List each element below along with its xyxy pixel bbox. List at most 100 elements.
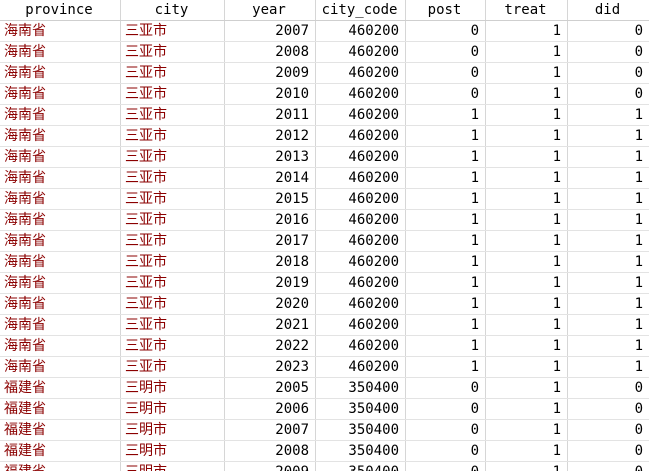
- cell-treat[interactable]: 1: [486, 210, 568, 230]
- cell-treat[interactable]: 1: [486, 357, 568, 377]
- cell-post[interactable]: 1: [406, 210, 486, 230]
- cell-post[interactable]: 1: [406, 315, 486, 335]
- cell-treat[interactable]: 1: [486, 42, 568, 62]
- cell-did[interactable]: 1: [568, 126, 649, 146]
- cell-post[interactable]: 0: [406, 462, 486, 471]
- cell-did[interactable]: 0: [568, 21, 649, 41]
- cell-treat[interactable]: 1: [486, 294, 568, 314]
- cell-post[interactable]: 1: [406, 252, 486, 272]
- cell-treat[interactable]: 1: [486, 378, 568, 398]
- cell-year[interactable]: 2016: [225, 210, 316, 230]
- cell-post[interactable]: 0: [406, 21, 486, 41]
- cell-did[interactable]: 1: [568, 189, 649, 209]
- cell-city-code[interactable]: 460200: [316, 21, 406, 41]
- cell-did[interactable]: 1: [568, 273, 649, 293]
- cell-province[interactable]: 海南省: [0, 336, 121, 356]
- cell-city[interactable]: 三亚市: [121, 315, 225, 335]
- cell-city-code[interactable]: 460200: [316, 315, 406, 335]
- cell-city[interactable]: 三亚市: [121, 294, 225, 314]
- cell-treat[interactable]: 1: [486, 399, 568, 419]
- cell-did[interactable]: 0: [568, 399, 649, 419]
- cell-city-code[interactable]: 460200: [316, 63, 406, 83]
- cell-year[interactable]: 2023: [225, 357, 316, 377]
- cell-treat[interactable]: 1: [486, 105, 568, 125]
- cell-year[interactable]: 2008: [225, 441, 316, 461]
- cell-city-code[interactable]: 350400: [316, 441, 406, 461]
- cell-post[interactable]: 1: [406, 147, 486, 167]
- cell-city-code[interactable]: 350400: [316, 420, 406, 440]
- column-header-province[interactable]: province: [0, 0, 121, 20]
- cell-province[interactable]: 海南省: [0, 210, 121, 230]
- cell-year[interactable]: 2007: [225, 21, 316, 41]
- cell-city-code[interactable]: 460200: [316, 189, 406, 209]
- cell-did[interactable]: 1: [568, 231, 649, 251]
- column-header-treat[interactable]: treat: [486, 0, 568, 20]
- table-row[interactable]: 福建省三明市2009350400010: [0, 462, 649, 471]
- cell-treat[interactable]: 1: [486, 21, 568, 41]
- cell-province[interactable]: 福建省: [0, 399, 121, 419]
- cell-city[interactable]: 三亚市: [121, 336, 225, 356]
- cell-city-code[interactable]: 350400: [316, 462, 406, 471]
- table-row[interactable]: 福建省 三明市 2005 350400 0 1 0: [0, 378, 649, 399]
- table-row[interactable]: 海南省 三亚市 2015 460200 1 1 1: [0, 189, 649, 210]
- cell-year[interactable]: 2007: [225, 420, 316, 440]
- cell-city-code[interactable]: 350400: [316, 378, 406, 398]
- table-row[interactable]: 海南省 三亚市 2018 460200 1 1 1: [0, 252, 649, 273]
- cell-city[interactable]: 三亚市: [121, 210, 225, 230]
- cell-city[interactable]: 三明市: [121, 420, 225, 440]
- cell-did[interactable]: 1: [568, 105, 649, 125]
- cell-year[interactable]: 2009: [225, 462, 316, 471]
- cell-year[interactable]: 2012: [225, 126, 316, 146]
- cell-did[interactable]: 0: [568, 441, 649, 461]
- cell-city[interactable]: 三亚市: [121, 105, 225, 125]
- cell-city-code[interactable]: 350400: [316, 399, 406, 419]
- cell-city[interactable]: 三亚市: [121, 168, 225, 188]
- cell-city-code[interactable]: 460200: [316, 231, 406, 251]
- cell-post[interactable]: 0: [406, 441, 486, 461]
- cell-city-code[interactable]: 460200: [316, 42, 406, 62]
- cell-city[interactable]: 三明市: [121, 441, 225, 461]
- cell-province[interactable]: 福建省: [0, 420, 121, 440]
- table-row[interactable]: 福建省 三明市 2006 350400 0 1 0: [0, 399, 649, 420]
- cell-city[interactable]: 三明市: [121, 399, 225, 419]
- cell-province[interactable]: 海南省: [0, 126, 121, 146]
- cell-post[interactable]: 0: [406, 378, 486, 398]
- cell-city[interactable]: 三亚市: [121, 21, 225, 41]
- cell-post[interactable]: 1: [406, 105, 486, 125]
- column-header-city[interactable]: city: [121, 0, 225, 20]
- cell-province[interactable]: 海南省: [0, 357, 121, 377]
- cell-did[interactable]: 1: [568, 252, 649, 272]
- cell-did[interactable]: 1: [568, 147, 649, 167]
- cell-province[interactable]: 福建省: [0, 441, 121, 461]
- cell-city-code[interactable]: 460200: [316, 105, 406, 125]
- cell-province[interactable]: 海南省: [0, 84, 121, 104]
- cell-city[interactable]: 三亚市: [121, 42, 225, 62]
- cell-did[interactable]: 0: [568, 84, 649, 104]
- cell-did[interactable]: 0: [568, 462, 649, 471]
- cell-treat[interactable]: 1: [486, 84, 568, 104]
- table-row[interactable]: 海南省 三亚市 2023 460200 1 1 1: [0, 357, 649, 378]
- cell-did[interactable]: 0: [568, 42, 649, 62]
- cell-province[interactable]: 海南省: [0, 168, 121, 188]
- cell-city[interactable]: 三明市: [121, 378, 225, 398]
- cell-year[interactable]: 2005: [225, 378, 316, 398]
- cell-post[interactable]: 1: [406, 336, 486, 356]
- cell-province[interactable]: 海南省: [0, 252, 121, 272]
- cell-year[interactable]: 2009: [225, 63, 316, 83]
- cell-treat[interactable]: 1: [486, 336, 568, 356]
- column-header-post[interactable]: post: [406, 0, 486, 20]
- cell-year[interactable]: 2011: [225, 105, 316, 125]
- cell-province[interactable]: 海南省: [0, 294, 121, 314]
- cell-post[interactable]: 0: [406, 84, 486, 104]
- cell-post[interactable]: 1: [406, 189, 486, 209]
- cell-city-code[interactable]: 460200: [316, 210, 406, 230]
- cell-treat[interactable]: 1: [486, 462, 568, 471]
- table-row[interactable]: 海南省 三亚市 2012 460200 1 1 1: [0, 126, 649, 147]
- cell-post[interactable]: 0: [406, 63, 486, 83]
- cell-treat[interactable]: 1: [486, 168, 568, 188]
- cell-city-code[interactable]: 460200: [316, 294, 406, 314]
- cell-year[interactable]: 2022: [225, 336, 316, 356]
- cell-city[interactable]: 三亚市: [121, 63, 225, 83]
- table-row[interactable]: 海南省 三亚市 2017 460200 1 1 1: [0, 231, 649, 252]
- table-row[interactable]: 海南省 三亚市 2013 460200 1 1 1: [0, 147, 649, 168]
